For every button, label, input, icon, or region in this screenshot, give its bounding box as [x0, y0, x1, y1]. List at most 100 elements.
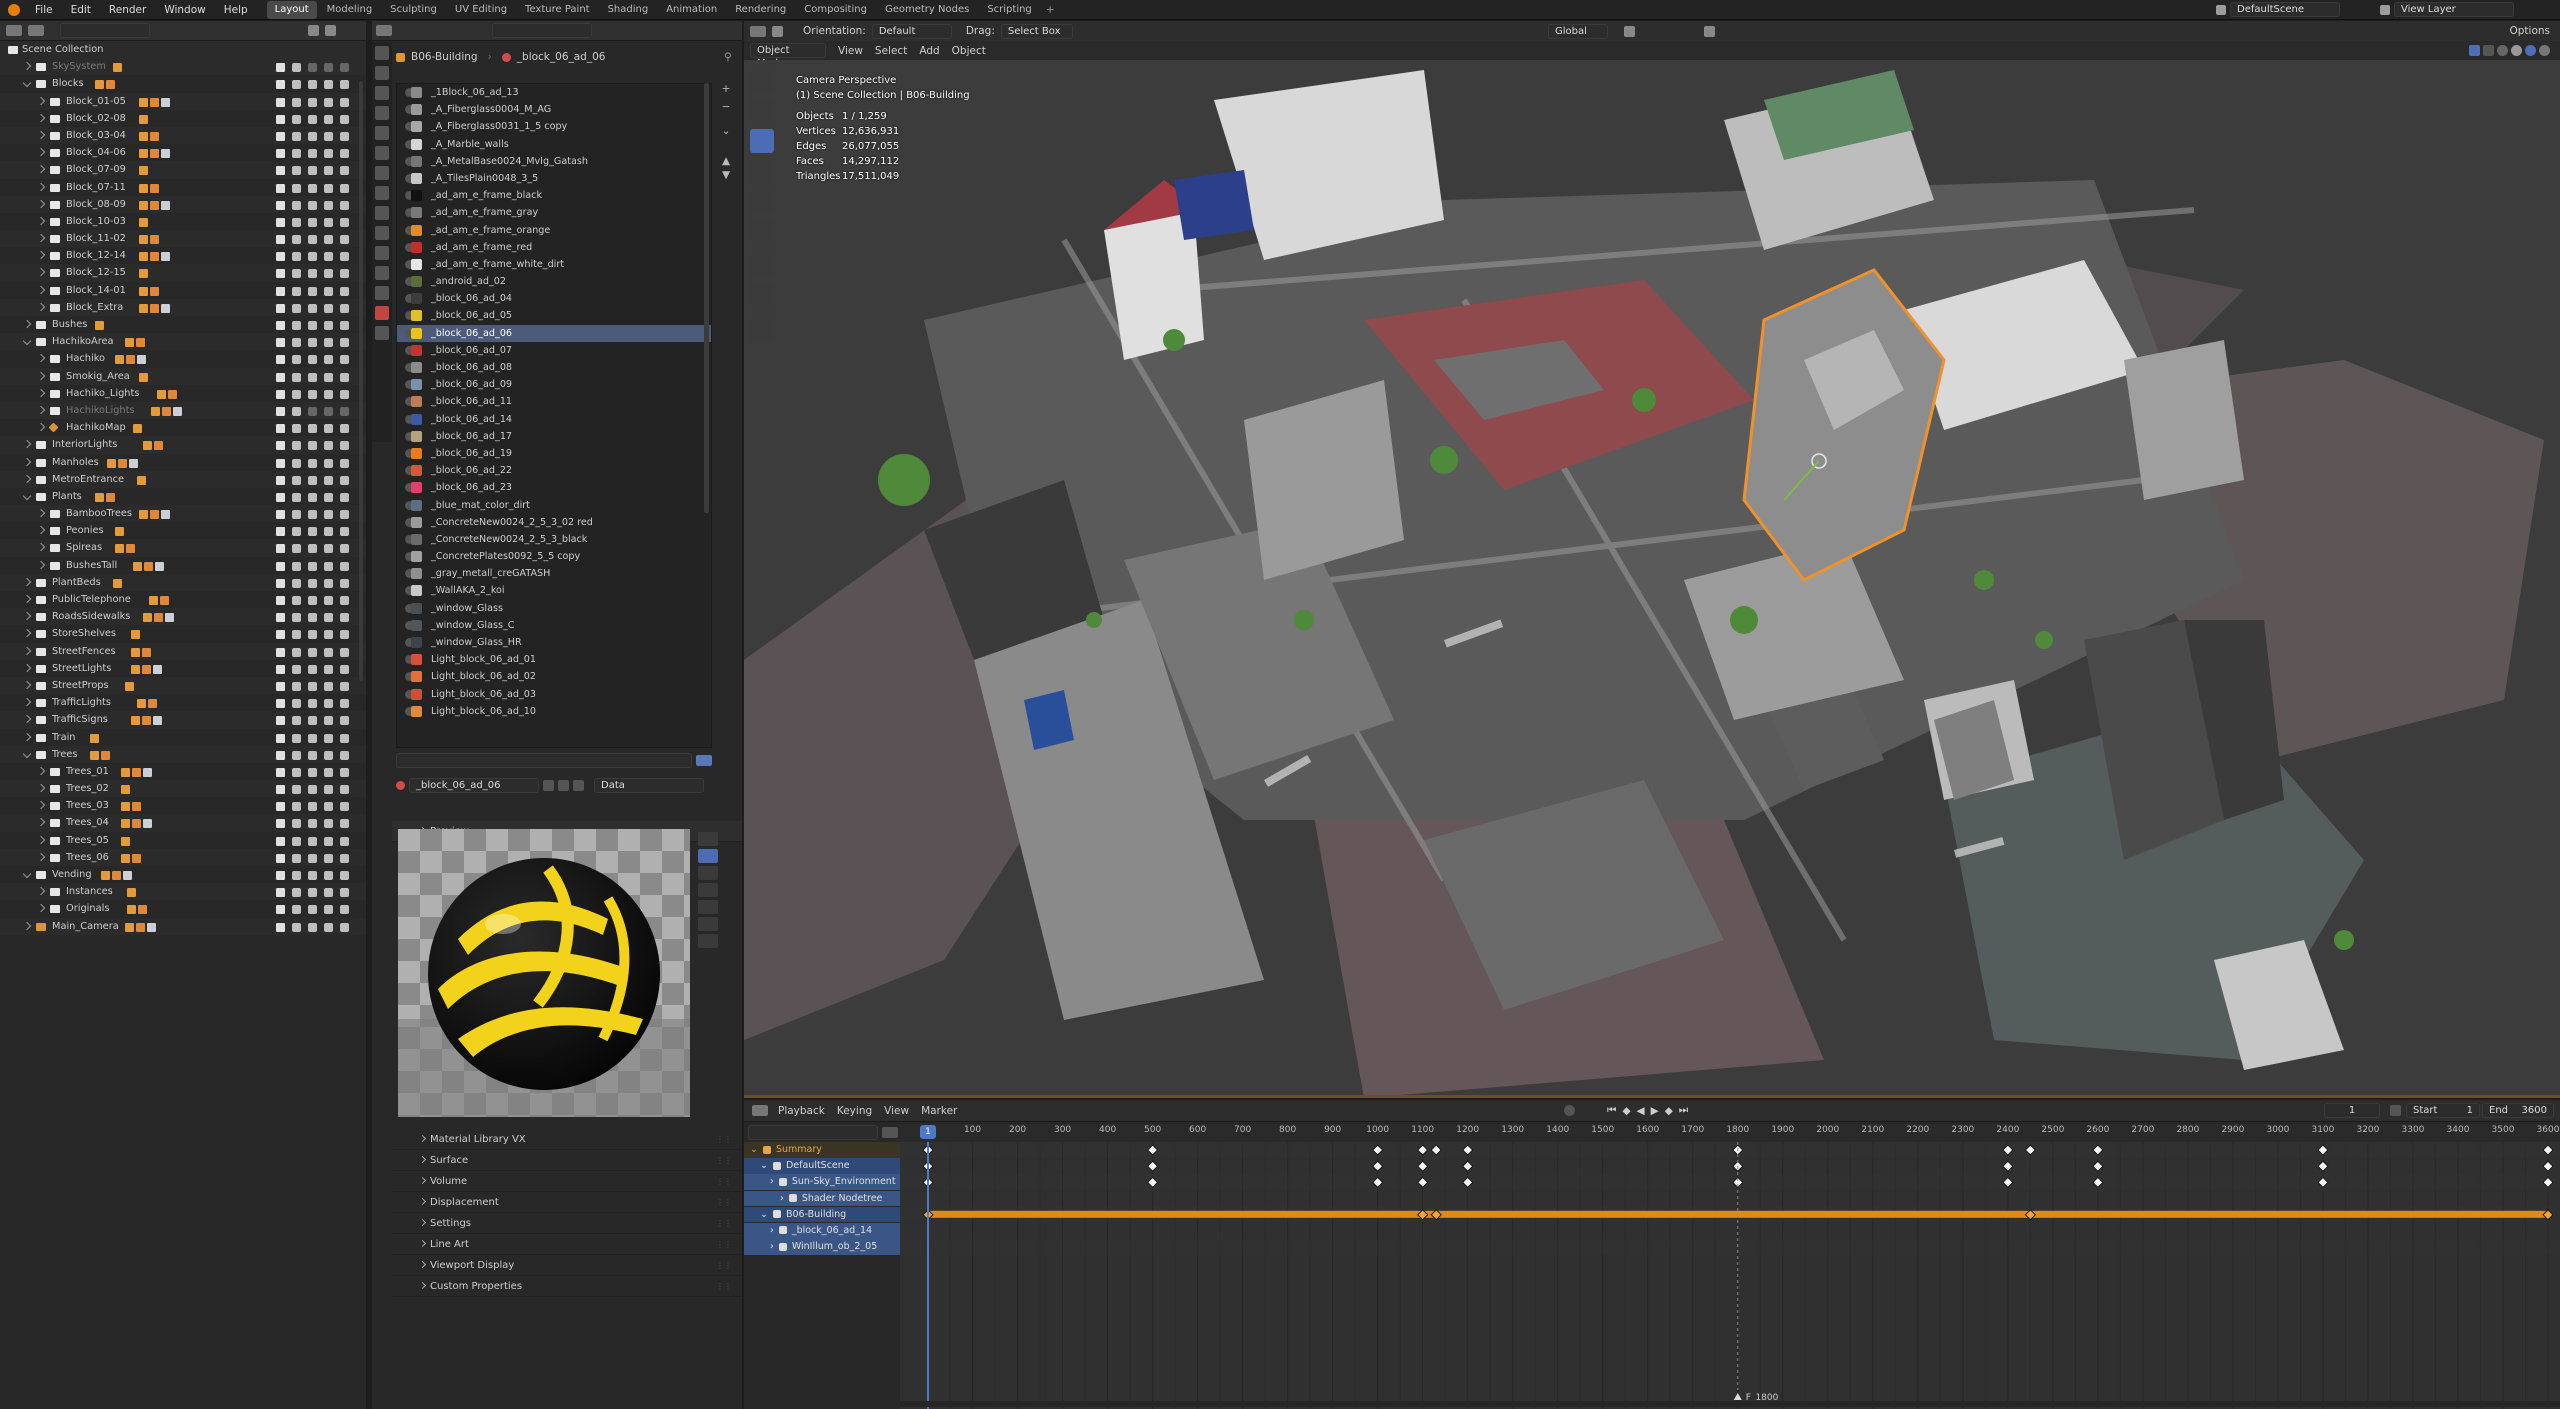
frame-ruler[interactable]: 100 200 300 400 500 600 700 800 900 1000 1100 1200 1… [900, 1124, 2560, 1142]
orientation-dropdown[interactable]: Default [871, 23, 952, 39]
render-camera-icon[interactable] [340, 681, 349, 691]
viewport-toggle-icon[interactable] [324, 492, 333, 502]
select-toggle-icon[interactable] [292, 406, 301, 416]
outliner-row[interactable]: Hachiko_Lights [0, 385, 366, 402]
outliner-row[interactable]: Train [0, 729, 366, 746]
exclude-checkbox[interactable] [276, 510, 285, 520]
keyframe-diamond[interactable] [2002, 1160, 2014, 1172]
visibility-eye-icon[interactable] [308, 733, 317, 743]
outliner-row[interactable]: HachikoLights [0, 401, 366, 420]
outliner-row[interactable]: Instances [0, 883, 366, 901]
channel-row[interactable]: ⌄ DefaultScene [744, 1158, 900, 1174]
keyframe-diamond[interactable] [2092, 1160, 2104, 1172]
visibility-eye-icon[interactable] [308, 131, 317, 141]
outliner-row[interactable]: StreetLights [0, 660, 366, 677]
drag-handle-icon[interactable]: ⋮⋮ [716, 1129, 732, 1150]
rotate-tool-icon[interactable] [750, 159, 774, 183]
select-toggle-icon[interactable] [292, 183, 301, 193]
preview-sphere-button[interactable] [698, 849, 718, 863]
solid-shading-icon[interactable] [2511, 45, 2522, 56]
viewport-toggle-icon[interactable] [324, 286, 333, 296]
tab-output-icon[interactable] [375, 86, 389, 100]
scene-name-field[interactable]: DefaultScene [2230, 2, 2340, 17]
marker-icon[interactable] [1733, 1393, 1742, 1400]
display-mode-icon[interactable] [28, 25, 44, 36]
remove-slot-button[interactable]: − [718, 101, 734, 115]
select-toggle-icon[interactable] [292, 681, 301, 691]
visibility-eye-icon[interactable] [308, 97, 317, 107]
properties-search-input[interactable] [492, 23, 592, 38]
exclude-checkbox[interactable] [276, 596, 285, 605]
material-slot-row[interactable]: _block_06_ad_17 [397, 428, 711, 445]
exclude-checkbox[interactable] [276, 527, 285, 537]
snap-icon[interactable] [1624, 25, 1635, 37]
exclude-checkbox[interactable] [276, 389, 285, 399]
preview-fluid-button[interactable] [698, 934, 718, 948]
viewport-toggle-icon[interactable] [324, 217, 333, 227]
blender-logo-icon[interactable] [8, 3, 20, 16]
visibility-eye-icon[interactable] [308, 492, 317, 502]
viewport-toggle-icon[interactable] [324, 406, 333, 416]
viewport-toggle-icon[interactable] [324, 733, 333, 743]
viewport-menu-object[interactable]: Object [952, 45, 986, 57]
timeline-menu-view[interactable]: View [884, 1105, 909, 1117]
exclude-checkbox[interactable] [276, 561, 285, 571]
drag-handle-icon[interactable]: ⋮⋮ [716, 1192, 732, 1213]
slot-filter-input[interactable] [396, 753, 692, 768]
visibility-eye-icon[interactable] [308, 544, 317, 554]
select-toggle-icon[interactable] [292, 819, 301, 829]
render-camera-icon[interactable] [340, 131, 349, 141]
visibility-eye-icon[interactable] [308, 819, 317, 829]
tab-object-icon[interactable] [375, 186, 389, 200]
select-toggle-icon[interactable] [292, 372, 301, 382]
select-toggle-icon[interactable] [292, 853, 301, 863]
exclude-checkbox[interactable] [276, 802, 285, 812]
keyframe-diamond[interactable] [1417, 1160, 1429, 1172]
timeline-menu-playback[interactable]: Playback [778, 1105, 825, 1117]
material-slot-row[interactable]: _A_Fiberglass0004_M_AG [397, 101, 711, 118]
outliner-row[interactable]: Block_12-14 [0, 247, 366, 264]
exclude-checkbox[interactable] [276, 578, 285, 588]
outliner-row[interactable]: Block_02-08 [0, 110, 366, 127]
section-line-art[interactable]: Line Art ⋮⋮ [392, 1234, 742, 1255]
timeline-menu-marker[interactable]: Marker [921, 1105, 957, 1117]
viewport-toggle-icon[interactable] [324, 424, 333, 434]
expand-closed-icon[interactable] [22, 715, 32, 724]
render-camera-icon[interactable] [340, 492, 349, 502]
visibility-eye-icon[interactable] [308, 303, 317, 313]
outliner-row[interactable]: HachikoArea [0, 333, 366, 351]
transform-pivot-icon[interactable] [772, 25, 783, 37]
expand-closed-icon[interactable] [22, 474, 32, 483]
tab-particles-icon[interactable] [375, 226, 389, 240]
expand-closed-icon[interactable] [22, 680, 32, 690]
render-camera-icon[interactable] [340, 699, 349, 709]
exclude-checkbox[interactable] [276, 80, 285, 90]
proportional-editing-icon[interactable] [1704, 25, 1715, 37]
breadcrumb-object[interactable]: B06-Building [411, 51, 478, 63]
drag-handle-icon[interactable]: ⋮⋮ [716, 1276, 732, 1297]
material-slot-row[interactable]: _window_Glass_HR [397, 634, 711, 651]
viewport-toggle-icon[interactable] [324, 149, 333, 159]
render-camera-icon[interactable] [340, 819, 349, 829]
menu-render[interactable]: Render [100, 0, 155, 20]
viewport-toggle-icon[interactable] [324, 183, 333, 193]
select-toggle-icon[interactable] [292, 578, 301, 588]
viewport-toggle-icon[interactable] [324, 389, 333, 399]
channel-row[interactable]: › _block_06_ad_14 [744, 1222, 900, 1239]
material-slot-row[interactable]: Light_block_06_ad_01 [397, 651, 711, 668]
pin-icon[interactable]: ⚲ [724, 51, 732, 63]
outliner-row[interactable]: Bushes [0, 316, 366, 333]
add-workspace-icon[interactable]: + [1046, 4, 1055, 16]
select-toggle-icon[interactable] [292, 630, 301, 640]
material-slot-row[interactable]: _window_Glass_C [397, 617, 711, 634]
section-custom-properties[interactable]: Custom Properties ⋮⋮ [392, 1276, 742, 1297]
visibility-eye-icon[interactable] [308, 424, 317, 434]
exclude-checkbox[interactable] [276, 647, 285, 657]
material-slot-row[interactable]: _block_06_ad_11 [397, 393, 711, 410]
outliner-row[interactable]: Trees_02 [0, 780, 366, 798]
transform-tool-icon[interactable] [750, 219, 774, 243]
visibility-eye-icon[interactable] [308, 785, 317, 795]
select-toggle-icon[interactable] [292, 664, 301, 674]
scene-selector[interactable]: DefaultScene [2216, 2, 2340, 17]
visibility-eye-icon[interactable] [308, 372, 317, 382]
